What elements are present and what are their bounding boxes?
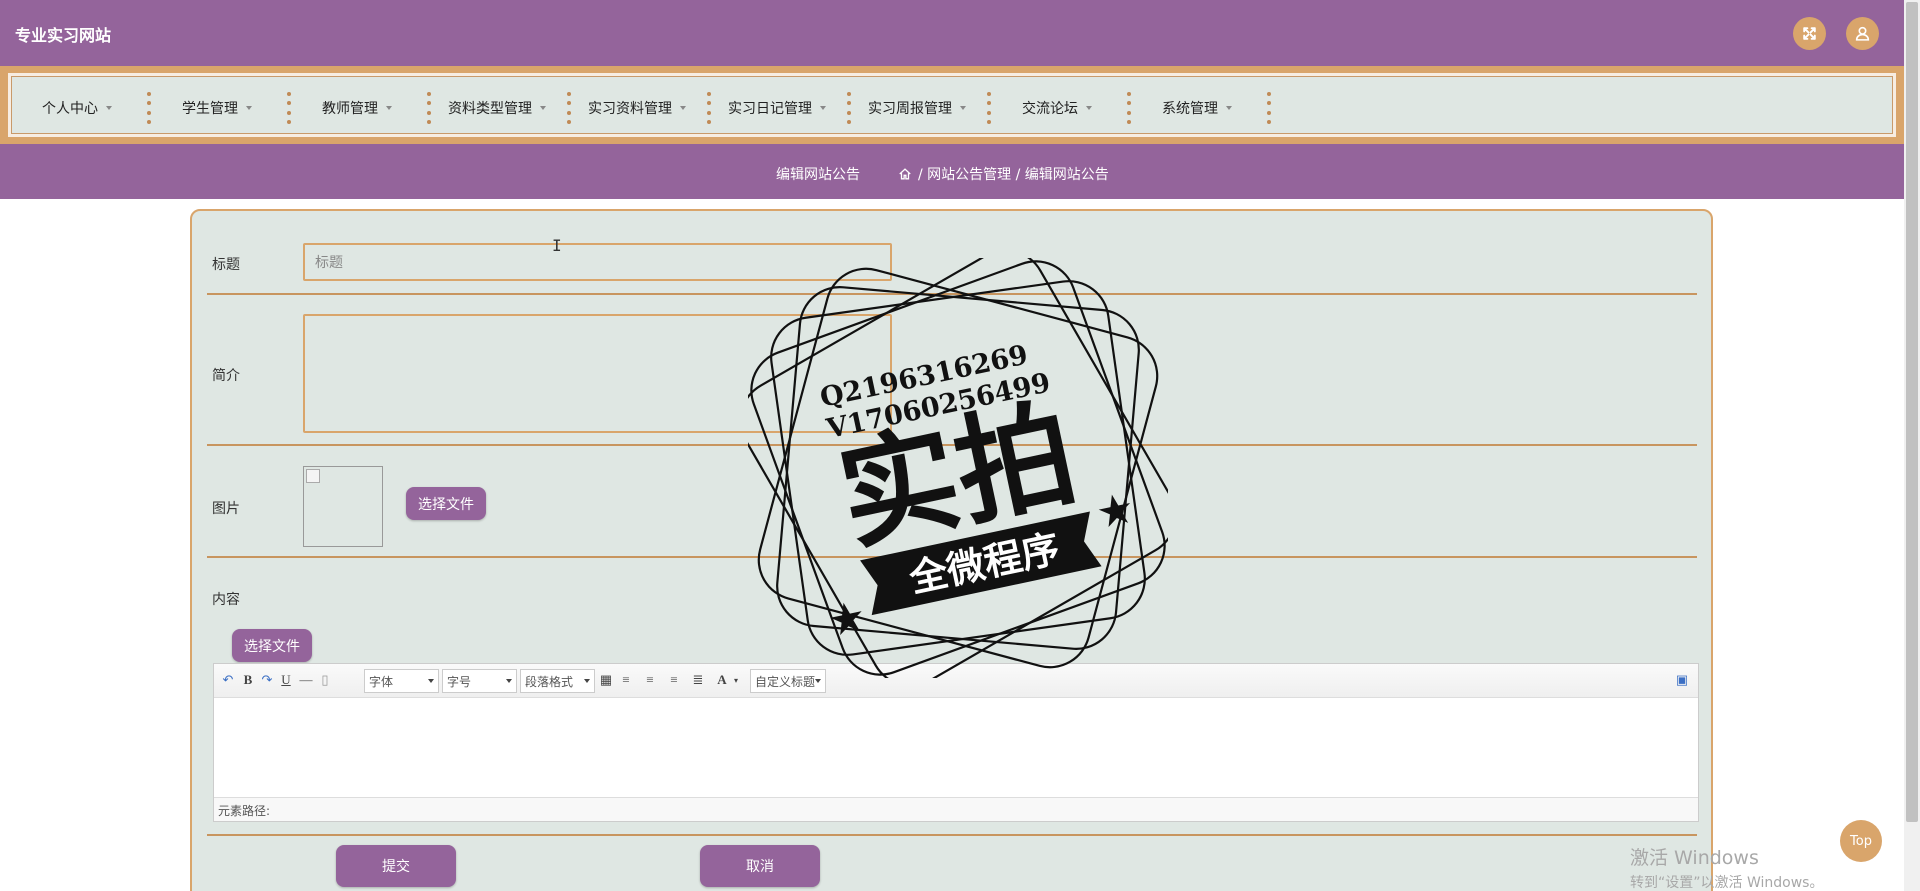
custom-heading-value: 自定义标题 xyxy=(755,674,815,689)
row-divider xyxy=(207,834,1697,836)
row-divider xyxy=(207,556,1697,558)
caret-down-icon xyxy=(960,106,966,110)
breadcrumb-path[interactable]: / 网站公告管理 / 编辑网站公告 xyxy=(918,164,1109,184)
caret-down-icon xyxy=(540,106,546,110)
image-label: 图片 xyxy=(212,501,240,517)
caret-down-icon xyxy=(1226,106,1232,110)
menu-item-forum[interactable]: 交流论坛 xyxy=(1022,98,1092,118)
nav-menu: 个人中心 学生管理 教师管理 资料类型管理 实习资料管理 实习日记管理 实习周报… xyxy=(8,73,1896,137)
align-left-icon[interactable]: ≡ xyxy=(618,672,634,688)
page: 专业实习网站 个人中心 学生管理 教师管理 资料类型管理 实习资料管理 实习日记… xyxy=(0,0,1920,891)
cancel-button[interactable]: 取消 xyxy=(700,845,820,887)
row-divider xyxy=(207,293,1697,295)
redo-icon[interactable]: ↷ xyxy=(259,672,275,688)
menu-item-student-management[interactable]: 学生管理 xyxy=(182,98,252,118)
font-select-value: 字体 xyxy=(369,674,394,689)
menu-separator xyxy=(1266,92,1271,124)
font-select[interactable]: 字体 xyxy=(364,669,439,693)
page-title: 编辑网站公告 xyxy=(776,167,860,183)
custom-heading-select[interactable]: 自定义标题 xyxy=(750,669,826,693)
content-choose-file-button[interactable]: 选择文件 xyxy=(232,629,312,662)
breadcrumb-bar: 编辑网站公告 / 网站公告管理 / 编辑网站公告 xyxy=(0,144,1904,199)
menu-item-label: 实习资料管理 xyxy=(588,101,672,117)
breadcrumb: / 网站公告管理 / 编辑网站公告 xyxy=(898,164,1109,184)
menu-item-material-type-management[interactable]: 资料类型管理 xyxy=(448,98,546,118)
menu-item-label: 资料类型管理 xyxy=(448,101,532,117)
underline-icon[interactable]: U xyxy=(278,672,294,688)
caret-down-icon xyxy=(1086,106,1092,110)
user-icon xyxy=(1855,26,1870,41)
horizontal-rule-icon[interactable]: — xyxy=(298,672,314,688)
back-to-top-button[interactable]: Top xyxy=(1840,820,1882,862)
fullscreen-icon xyxy=(1803,27,1816,40)
intro-textarea[interactable] xyxy=(303,314,892,433)
paragraph-format-value: 段落格式 xyxy=(525,674,574,689)
menu-item-label: 个人中心 xyxy=(42,101,98,117)
windows-activation-watermark: 激活 Windows 转到“设置”以激活 Windows。 xyxy=(1630,843,1823,891)
windows-activation-hint: 转到“设置”以激活 Windows。 xyxy=(1630,875,1824,891)
rich-text-editor: ↶ B ↷ U — ▯ 字体 字号 段落格式 ▦ ≡ ≡ ≡ ≣ A ▾ 自定义… xyxy=(213,663,1699,822)
submit-button[interactable]: 提交 xyxy=(336,845,456,887)
menu-item-label: 交流论坛 xyxy=(1022,101,1078,117)
page-icon[interactable]: ▯ xyxy=(317,672,333,688)
site-title: 专业实习网站 xyxy=(15,26,112,45)
top-header: 专业实习网站 xyxy=(0,0,1904,66)
paragraph-format-select[interactable]: 段落格式 xyxy=(520,669,595,693)
menu-item-personal-center[interactable]: 个人中心 xyxy=(42,98,112,118)
image-preview xyxy=(303,466,383,547)
caret-down-icon xyxy=(386,106,392,110)
menu-separator xyxy=(426,92,431,124)
image-choose-file-button[interactable]: 选择文件 xyxy=(406,487,486,520)
align-justify-icon[interactable]: ≣ xyxy=(690,672,706,688)
editor-content-area[interactable] xyxy=(214,698,1698,797)
page-scrollbar[interactable] xyxy=(1904,0,1920,891)
menu-item-weekly-report-management[interactable]: 实习周报管理 xyxy=(868,98,966,118)
user-button[interactable] xyxy=(1846,17,1879,50)
menu-separator xyxy=(286,92,291,124)
menu-separator xyxy=(1126,92,1131,124)
align-right-icon[interactable]: ≡ xyxy=(642,672,658,688)
nav-menu-wrapper: 个人中心 学生管理 教师管理 资料类型管理 实习资料管理 实习日记管理 实习周报… xyxy=(0,66,1904,144)
title-input[interactable] xyxy=(303,243,892,281)
edit-form-panel: 标题 简介 图片 选择文件 内容 选择文件 ↶ B ↷ U — ▯ 字体 字号 … xyxy=(190,209,1713,891)
scrollbar-thumb[interactable] xyxy=(1906,2,1918,822)
content-label: 内容 xyxy=(212,592,240,608)
caret-down-icon xyxy=(246,106,252,110)
align-center-icon[interactable]: ≡ xyxy=(666,672,682,688)
menu-item-label: 教师管理 xyxy=(322,101,378,117)
home-icon[interactable] xyxy=(898,167,912,181)
caret-down-icon xyxy=(680,106,686,110)
bold-icon[interactable]: B xyxy=(240,672,256,688)
menu-item-internship-diary-management[interactable]: 实习日记管理 xyxy=(728,98,826,118)
editor-toolbar: ↶ B ↷ U — ▯ 字体 字号 段落格式 ▦ ≡ ≡ ≡ ≣ A ▾ 自定义… xyxy=(214,664,1698,698)
editor-element-path: 元素路径: xyxy=(214,797,1698,821)
undo-icon[interactable]: ↶ xyxy=(220,672,236,688)
caret-down-icon xyxy=(106,106,112,110)
menu-separator xyxy=(986,92,991,124)
fullscreen-button[interactable] xyxy=(1793,17,1826,50)
font-size-select[interactable]: 字号 xyxy=(442,669,517,693)
menu-item-label: 系统管理 xyxy=(1162,101,1218,117)
menu-item-label: 实习周报管理 xyxy=(868,101,952,117)
table-icon[interactable]: ▦ xyxy=(598,672,614,688)
chevron-down-icon[interactable]: ▾ xyxy=(728,672,744,688)
caret-down-icon xyxy=(820,106,826,110)
row-divider xyxy=(207,444,1697,446)
fullscreen-editor-icon[interactable]: ▣ xyxy=(1674,672,1690,688)
menu-item-label: 实习日记管理 xyxy=(728,101,812,117)
font-size-select-value: 字号 xyxy=(447,674,472,689)
windows-activation-title: 激活 Windows xyxy=(1630,847,1759,869)
intro-label: 简介 xyxy=(212,368,240,384)
menu-separator xyxy=(146,92,151,124)
menu-separator xyxy=(706,92,711,124)
menu-item-system-management[interactable]: 系统管理 xyxy=(1162,98,1232,118)
title-label: 标题 xyxy=(212,257,240,273)
menu-item-internship-material-management[interactable]: 实习资料管理 xyxy=(588,98,686,118)
broken-image-icon xyxy=(306,469,320,483)
text-cursor-icon: I xyxy=(552,236,562,255)
menu-separator xyxy=(566,92,571,124)
menu-separator xyxy=(846,92,851,124)
menu-item-teacher-management[interactable]: 教师管理 xyxy=(322,98,392,118)
menu-item-label: 学生管理 xyxy=(182,101,238,117)
